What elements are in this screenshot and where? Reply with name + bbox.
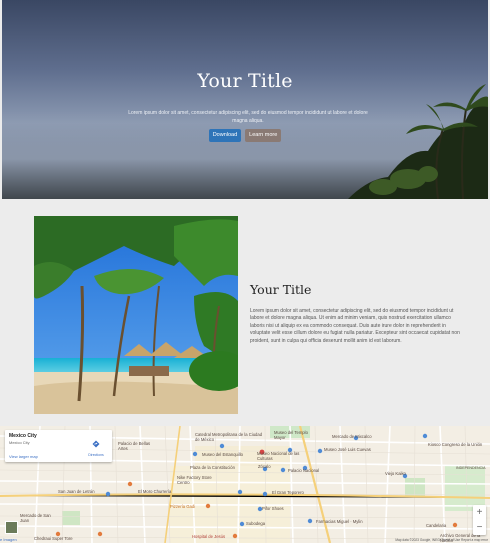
map-label-independencia: INDEPENDENCIA: [456, 466, 486, 470]
map-label-congreso: Kiosco Congreso de la Unión: [428, 442, 483, 447]
map-label-subodega: Subodega: [246, 521, 266, 526]
map-label-nike: Nike Factory Store Centro: [177, 475, 212, 485]
feature-title: Your Title: [250, 282, 312, 297]
map-label-bellas-artes: Palacio de Bellas Artes: [118, 441, 151, 451]
map-label-teporero: El Gran Teporero: [272, 490, 304, 495]
map-label-estanquillo: Museo del Estanquillo: [202, 452, 243, 457]
satellite-toggle[interactable]: [5, 521, 18, 534]
map-label-hospital: Hospital de Jesús: [192, 534, 226, 539]
map-label-san-juan-letran: San Juan de Letrán: [58, 489, 95, 494]
beach-photo: [34, 216, 238, 414]
hero-title: Your Title: [197, 70, 293, 92]
map-label-moro: El Moro Churrería: [138, 489, 172, 494]
map-label-culturas: Museo Nacional de las Culturas: [257, 451, 300, 461]
learn-more-button[interactable]: Learn more: [245, 129, 282, 142]
map-imagery-label: e Imagen: [0, 537, 17, 542]
map-zoom-controls: + −: [473, 505, 486, 535]
map-label-mercado-san-juan: Mercado de San Juan: [20, 513, 51, 523]
view-larger-map-link[interactable]: View larger map: [9, 454, 38, 459]
directions-icon: [92, 440, 100, 448]
map-attribution[interactable]: Map data ©2023 Google, INEGI Terms of Us…: [395, 538, 488, 542]
hero-banner: Your Title Lorem ipsum dolor sit amet, c…: [2, 0, 488, 199]
map-label-zocalo: Zócalo: [258, 464, 271, 469]
directions-label: Directions: [88, 453, 104, 457]
map-label-palacio: Palacio Nacional: [288, 468, 320, 473]
map-label-chedraui: Chedraui Super Tore: [34, 536, 73, 541]
feature-text: Lorem ipsum dolor sit amet, consectetur …: [250, 308, 460, 344]
map-label-cuevas: Museo José Luis Cuevas: [324, 447, 371, 452]
map-label-catedral: Catedral Metropolitana de la Ciudad de M…: [195, 432, 263, 442]
map-label-kaiko: Viejo Kaiko: [385, 471, 406, 476]
map-label-farmacias: Farmacias Miguel · Mylin: [316, 519, 363, 524]
directions-button[interactable]: Directions: [86, 433, 106, 457]
map-label-candelaria: Candelaria: [426, 523, 447, 528]
map-label-templo-mayor: Museo del Templo Mayor: [274, 430, 308, 440]
map-label-plaza: Plaza de la Constitución: [190, 465, 235, 470]
map-label-mixcalco: Mercado de Mixcalco: [332, 434, 372, 439]
map-label-pifor: Pifor Shoes: [262, 506, 284, 511]
zoom-in-button[interactable]: +: [473, 505, 486, 520]
map-place-card: Mexico City Mexico City Directions View …: [5, 430, 112, 462]
download-button[interactable]: Download: [208, 129, 242, 142]
map-label-gadi: Pizzería Gadi: [170, 504, 196, 509]
hero-text: Lorem ipsum dolor sit amet, consectetur …: [128, 110, 368, 124]
zoom-out-button[interactable]: −: [473, 520, 486, 535]
hero-buttons: Download Learn more: [2, 129, 488, 142]
